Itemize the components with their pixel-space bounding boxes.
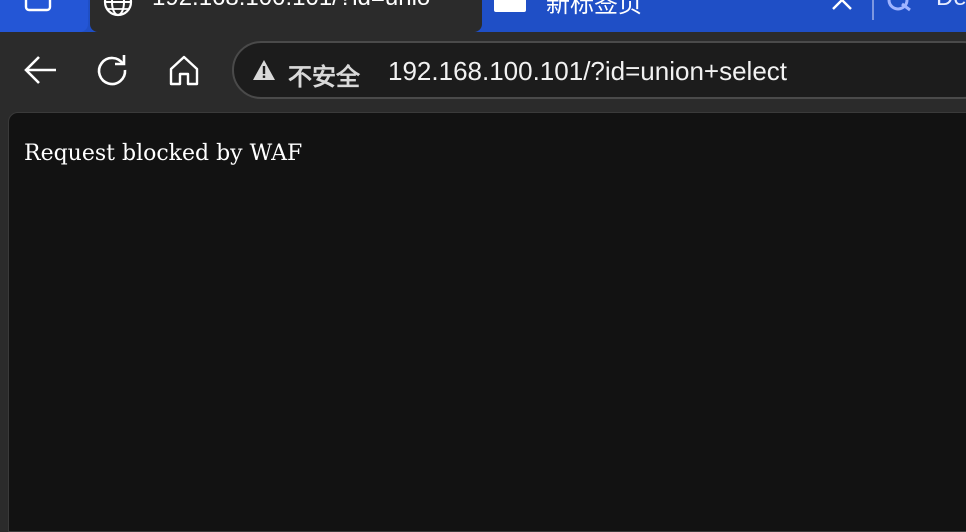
home-icon [167, 53, 201, 92]
tab-title: 新标签页 [546, 0, 642, 18]
page-icon [494, 0, 526, 12]
tab-close-icon[interactable] [828, 0, 856, 14]
tab-strip: 192.168.100.101/?id=unio 新标签页 De [0, 0, 966, 32]
browser-toolbar: 不安全 192.168.100.101/?id=union+select [0, 32, 966, 112]
reload-button[interactable] [90, 52, 134, 92]
tab-new-tab[interactable]: 新标签页 [482, 0, 872, 32]
page-body-text: Request blocked by WAF [24, 141, 303, 166]
tab-third[interactable]: De [878, 0, 966, 32]
security-status-label[interactable]: 不安全 [288, 57, 360, 92]
url-text[interactable]: 192.168.100.101/?id=union+select [388, 56, 787, 87]
home-button[interactable] [162, 52, 206, 92]
address-bar[interactable]: 不安全 192.168.100.101/?id=union+select [232, 41, 966, 99]
back-arrow-icon [22, 54, 58, 91]
page-content: Request blocked by WAF [8, 112, 966, 532]
workspaces-button[interactable] [0, 0, 88, 32]
tab-active[interactable]: 192.168.100.101/?id=unio [90, 0, 550, 32]
workspaces-icon [24, 0, 54, 14]
reload-icon [94, 52, 130, 93]
tab-title: De [936, 0, 966, 12]
warning-icon[interactable] [252, 59, 276, 81]
tab-separator [872, 0, 874, 20]
tab-title: 192.168.100.101/?id=unio [152, 0, 430, 12]
globe-icon [102, 0, 134, 18]
logo-icon [886, 0, 912, 12]
back-button[interactable] [18, 52, 62, 92]
